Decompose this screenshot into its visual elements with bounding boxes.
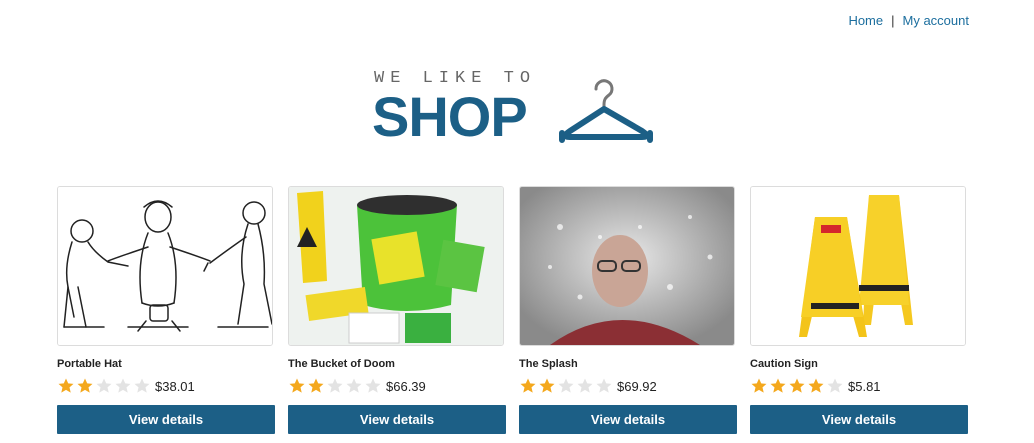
star-rating xyxy=(519,377,613,395)
star-empty-icon xyxy=(577,378,593,393)
star-empty-icon xyxy=(596,378,612,393)
top-nav: Home | My account xyxy=(848,13,969,28)
home-link[interactable]: Home xyxy=(848,13,883,28)
nav-separator: | xyxy=(891,13,895,28)
product-name[interactable]: The Splash xyxy=(519,358,737,372)
star-rating xyxy=(57,377,151,395)
view-details-button[interactable]: View details xyxy=(57,405,275,434)
rating-row: $69.92 xyxy=(519,376,737,396)
product-price: $69.92 xyxy=(617,378,657,394)
product-card: The Bucket of Doom $66.39 View details xyxy=(288,186,506,434)
hanger-icon xyxy=(559,79,653,143)
product-price: $66.39 xyxy=(386,378,426,394)
star-rating xyxy=(750,377,844,395)
star-filled-icon xyxy=(308,378,324,393)
rating-row: $5.81 xyxy=(750,376,968,396)
product-name[interactable]: Portable Hat xyxy=(57,358,275,372)
star-filled-icon xyxy=(751,378,767,393)
product-price: $5.81 xyxy=(848,378,881,394)
star-empty-icon xyxy=(115,378,131,393)
star-filled-icon xyxy=(77,378,93,393)
product-card: The Splash $69.92 View details xyxy=(519,186,737,434)
product-card: Caution Sign $5.81 View details xyxy=(750,186,968,434)
view-details-button[interactable]: View details xyxy=(519,405,737,434)
star-filled-icon xyxy=(770,378,786,393)
star-filled-icon xyxy=(520,378,536,393)
star-empty-icon xyxy=(827,378,843,393)
star-empty-icon xyxy=(558,378,574,393)
product-image-the-splash[interactable] xyxy=(519,186,735,346)
site-logo[interactable]: WE LIKE TO SHOP xyxy=(372,68,662,148)
product-image-bucket-of-doom[interactable] xyxy=(288,186,504,346)
splash-photo xyxy=(520,187,734,345)
star-filled-icon xyxy=(289,378,305,393)
star-filled-icon xyxy=(539,378,555,393)
rating-row: $66.39 xyxy=(288,376,506,396)
logo-wordmark: SHOP xyxy=(372,85,528,148)
my-account-link[interactable]: My account xyxy=(903,13,969,28)
star-empty-icon xyxy=(365,378,381,393)
portable-hat-illustration xyxy=(58,187,272,345)
product-image-caution-sign[interactable] xyxy=(750,186,966,346)
bucket-of-doom-photo xyxy=(289,187,503,345)
star-filled-icon xyxy=(808,378,824,393)
star-empty-icon xyxy=(96,378,112,393)
view-details-button[interactable]: View details xyxy=(288,405,506,434)
view-details-button[interactable]: View details xyxy=(750,405,968,434)
star-filled-icon xyxy=(58,378,74,393)
star-empty-icon xyxy=(346,378,362,393)
product-grid: Portable Hat $38.01 View details The Buc… xyxy=(57,186,968,434)
product-price: $38.01 xyxy=(155,378,195,394)
product-image-portable-hat[interactable] xyxy=(57,186,273,346)
star-empty-icon xyxy=(134,378,150,393)
star-filled-icon xyxy=(789,378,805,393)
star-empty-icon xyxy=(327,378,343,393)
rating-row: $38.01 xyxy=(57,376,275,396)
product-name[interactable]: Caution Sign xyxy=(750,358,968,372)
star-rating xyxy=(288,377,382,395)
product-card: Portable Hat $38.01 View details xyxy=(57,186,275,434)
caution-sign-photo xyxy=(751,187,965,345)
product-name[interactable]: The Bucket of Doom xyxy=(288,358,506,372)
